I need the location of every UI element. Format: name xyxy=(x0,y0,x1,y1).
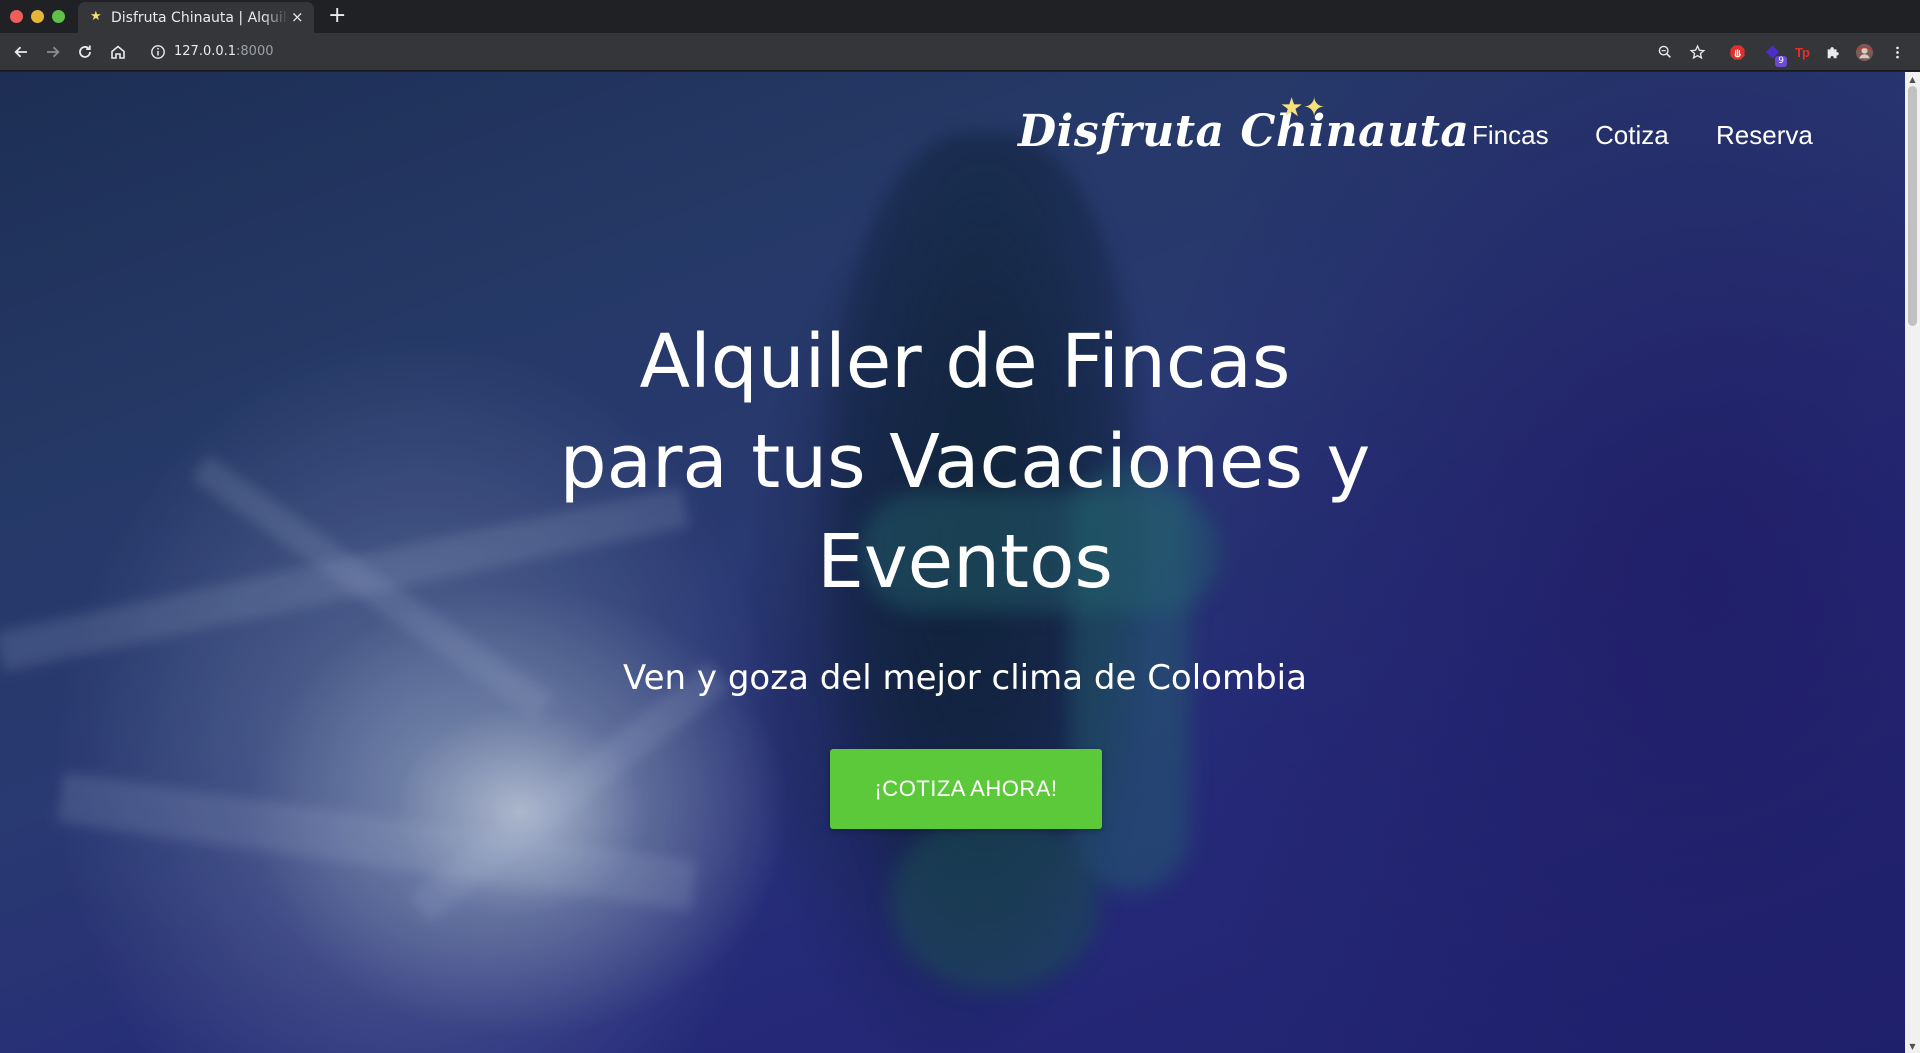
home-icon[interactable] xyxy=(106,40,130,64)
back-arrow-icon[interactable] xyxy=(9,40,33,64)
scroll-down-arrow[interactable]: ▼ xyxy=(1905,1039,1920,1053)
browser-tab[interactable]: ★ Disfruta Chinauta | Alquiler de Fincas… xyxy=(78,2,314,33)
tab-title: Disfruta Chinauta | Alquiler de Fincas xyxy=(111,10,289,26)
close-window-button[interactable] xyxy=(10,10,23,23)
adblock-extension-icon[interactable] xyxy=(1727,42,1747,62)
scroll-up-arrow[interactable]: ▲ xyxy=(1905,72,1920,86)
bookmark-star-icon[interactable] xyxy=(1687,42,1707,62)
hero-title-line: para tus Vacaciones y xyxy=(559,419,1371,505)
hero-title: Alquiler de Fincas para tus Vacaciones y… xyxy=(430,312,1500,612)
purple-extension-icon[interactable]: 9 xyxy=(1762,42,1787,67)
forward-arrow-icon[interactable] xyxy=(41,40,65,64)
profile-avatar-icon[interactable] xyxy=(1854,42,1874,62)
url-text: 127.0.0.1:8000 xyxy=(174,44,274,60)
maximize-window-button[interactable] xyxy=(52,10,65,23)
address-bar[interactable]: 127.0.0.1:8000 xyxy=(140,37,1680,67)
tab-strip: ★ Disfruta Chinauta | Alquiler de Fincas… xyxy=(0,0,1920,33)
nav-link-reserva[interactable]: Reserva xyxy=(1716,120,1813,150)
minimize-window-button[interactable] xyxy=(31,10,44,23)
url-port: :8000 xyxy=(236,44,274,59)
browser-window: ★ Disfruta Chinauta | Alquiler de Fincas… xyxy=(0,0,1920,1053)
extensions-puzzle-icon[interactable] xyxy=(1823,42,1843,62)
browser-toolbar: 127.0.0.1:8000 9 Tp xyxy=(0,33,1920,71)
menu-dots-icon[interactable] xyxy=(1887,42,1907,62)
page-scrollbar[interactable]: ▲ ▼ xyxy=(1905,72,1920,1053)
url-host: 127.0.0.1 xyxy=(174,44,237,59)
extension-badge: 9 xyxy=(1775,56,1787,67)
tp-extension-icon[interactable]: Tp xyxy=(1792,42,1812,62)
hero-title-line: Eventos xyxy=(817,519,1113,605)
site-logo[interactable]: Disfruta Chinauta xyxy=(1018,104,1469,160)
zoom-icon[interactable] xyxy=(1655,42,1675,62)
nav-link-cotiza[interactable]: Cotiza xyxy=(1595,120,1669,150)
info-icon[interactable] xyxy=(150,44,166,60)
nav-link-fincas[interactable]: Fincas xyxy=(1472,120,1549,150)
reload-icon[interactable] xyxy=(73,40,97,64)
hero-subtitle: Ven y goza del mejor clima de Colombia xyxy=(623,658,1307,698)
new-tab-button[interactable]: + xyxy=(328,4,346,28)
hero-title-line: Alquiler de Fincas xyxy=(639,319,1291,405)
page-viewport: Disfruta Chinauta ★✦ Fincas Cotiza Reser… xyxy=(0,72,1905,1053)
close-tab-icon[interactable]: × xyxy=(291,8,304,26)
cotiza-ahora-button[interactable]: ¡COTIZA AHORA! xyxy=(830,749,1102,829)
logo-stars-icon: ★✦ xyxy=(1280,93,1326,123)
star-icon: ★ xyxy=(90,9,102,24)
scroll-thumb[interactable] xyxy=(1908,86,1917,326)
